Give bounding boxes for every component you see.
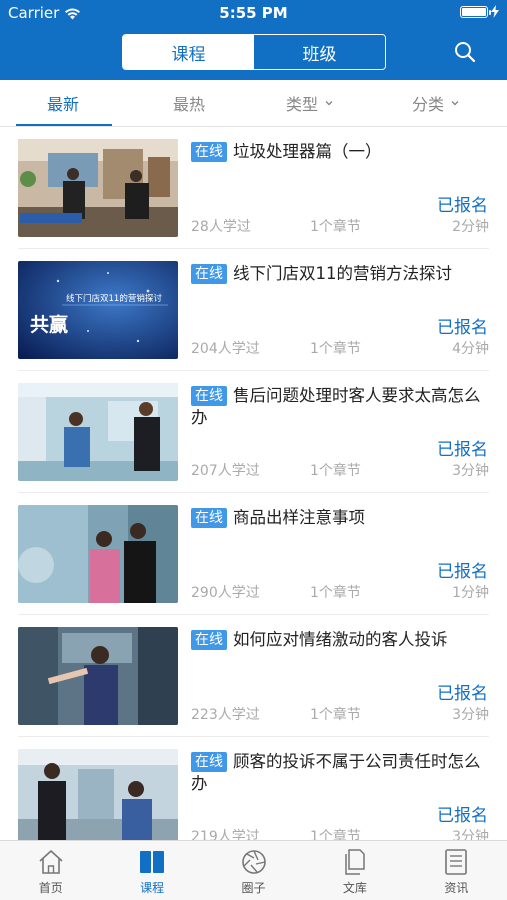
online-tag: 在线 <box>191 386 227 406</box>
course-title: 线下门店双11的营销方法探讨 <box>233 264 452 283</box>
filter-bar: 最新 最热 类型 分类 <box>0 80 507 127</box>
filter-type[interactable]: 类型 <box>286 80 334 126</box>
learned-count: 207人学过 <box>191 463 260 479</box>
course-item[interactable]: 在线 售后问题处理时客人要求太高怎么办 已报名 207人学过 1个章节 3分钟 <box>0 371 507 493</box>
filter-category-label: 分类 <box>412 95 445 114</box>
course-list: 在线 垃圾处理器篇（一） 已报名 28人学过 1个章节 2分钟 线下门店双11的… <box>0 127 507 840</box>
filter-hottest[interactable]: 最热 <box>173 80 205 126</box>
tab-home-label: 首页 <box>38 881 63 895</box>
book-icon <box>140 851 165 873</box>
thumbnail-caption: 线下门店双11的营销探讨 <box>66 293 162 304</box>
status-bar: Carrier 5:55 PM <box>0 0 507 26</box>
chapter-count: 1个章节 <box>310 341 361 357</box>
course-item[interactable]: 线下门店双11的营销探讨 共赢 在线 线下门店双11的营销方法探讨 已报名 204… <box>0 249 507 371</box>
online-tag: 在线 <box>191 142 227 162</box>
course-duration: 4分钟 <box>452 341 489 357</box>
course-duration: 2分钟 <box>452 219 489 235</box>
tab-news[interactable]: 资讯 <box>406 841 507 900</box>
filter-category[interactable]: 分类 <box>412 80 460 126</box>
filter-type-label: 类型 <box>286 95 319 114</box>
course-duration: 3分钟 <box>452 707 489 723</box>
course-item[interactable]: 在线 垃圾处理器篇（一） 已报名 28人学过 1个章节 2分钟 <box>0 127 507 249</box>
course-title-row: 在线 线下门店双11的营销方法探讨 <box>191 263 491 285</box>
active-filter-indicator <box>16 124 112 126</box>
course-title-row: 在线 商品出样注意事项 <box>191 507 491 529</box>
course-duration: 3分钟 <box>452 829 489 840</box>
course-title: 垃圾处理器篇（一） <box>233 142 382 161</box>
tab-classes[interactable]: 班级 <box>254 35 385 69</box>
enrolled-status: 已报名 <box>437 806 488 826</box>
course-title: 顾客的投诉不属于公司责任时怎么办 <box>191 752 481 793</box>
enrolled-status: 已报名 <box>437 562 488 582</box>
online-tag: 在线 <box>191 264 227 284</box>
tab-courses-label: 课程 <box>140 881 165 895</box>
chapter-count: 1个章节 <box>310 707 361 723</box>
app-header: Carrier 5:55 PM 课程 班级 <box>0 0 507 80</box>
tab-library-label: 文库 <box>342 881 367 895</box>
course-thumbnail <box>18 505 178 603</box>
course-title: 如何应对情绪激动的客人投诉 <box>233 630 448 649</box>
filter-newest[interactable]: 最新 <box>47 80 79 126</box>
tab-courses-nav[interactable]: 课程 <box>101 841 202 900</box>
online-tag: 在线 <box>191 630 227 650</box>
course-thumbnail <box>18 383 178 481</box>
documents-icon <box>345 849 365 875</box>
learned-count: 223人学过 <box>191 707 260 723</box>
tab-home[interactable]: 首页 <box>0 841 101 900</box>
course-thumbnail: 线下门店双11的营销探讨 共赢 <box>18 261 178 359</box>
aperture-icon <box>241 850 266 874</box>
course-thumbnail <box>18 139 178 237</box>
course-title-row: 在线 如何应对情绪激动的客人投诉 <box>191 629 491 651</box>
course-duration: 3分钟 <box>452 463 489 479</box>
chapter-count: 1个章节 <box>310 585 361 601</box>
chevron-down-icon <box>451 101 459 106</box>
battery <box>460 5 499 18</box>
course-thumbnail <box>18 749 178 840</box>
learned-count: 290人学过 <box>191 585 260 601</box>
chevron-down-icon <box>325 101 333 106</box>
news-icon <box>445 849 468 875</box>
tab-courses[interactable]: 课程 <box>123 35 254 69</box>
tab-library[interactable]: 文库 <box>304 841 405 900</box>
filter-newest-label: 最新 <box>47 95 80 114</box>
course-item[interactable]: 在线 如何应对情绪激动的客人投诉 已报名 223人学过 1个章节 3分钟 <box>0 615 507 737</box>
thumbnail-headline: 共赢 <box>30 313 68 336</box>
course-item[interactable]: 在线 商品出样注意事项 已报名 290人学过 1个章节 1分钟 <box>0 493 507 615</box>
charging-icon <box>491 5 499 18</box>
home-icon <box>39 850 63 874</box>
course-title-row: 在线 售后问题处理时客人要求太高怎么办 <box>191 385 491 429</box>
tab-news-label: 资讯 <box>444 881 469 895</box>
online-tag: 在线 <box>191 752 227 772</box>
enrolled-status: 已报名 <box>437 196 488 216</box>
chapter-count: 1个章节 <box>310 219 361 235</box>
filter-hottest-label: 最热 <box>173 95 206 114</box>
course-title: 商品出样注意事项 <box>233 508 365 527</box>
search-icon[interactable] <box>453 40 477 64</box>
course-title-row: 在线 垃圾处理器篇（一） <box>191 141 491 163</box>
learned-count: 204人学过 <box>191 341 260 357</box>
course-class-switch: 课程 班级 <box>122 34 386 70</box>
chapter-count: 1个章节 <box>310 463 361 479</box>
course-thumbnail <box>18 627 178 725</box>
status-time: 5:55 PM <box>219 4 288 22</box>
tab-circle-label: 圈子 <box>241 881 266 895</box>
tab-circle[interactable]: 圈子 <box>203 841 304 900</box>
learned-count: 219人学过 <box>191 829 260 840</box>
course-item[interactable]: 在线 顾客的投诉不属于公司责任时怎么办 已报名 219人学过 1个章节 3分钟 <box>0 737 507 840</box>
enrolled-status: 已报名 <box>437 684 488 704</box>
online-tag: 在线 <box>191 508 227 528</box>
chapter-count: 1个章节 <box>310 829 361 840</box>
bottom-tab-bar: 首页 课程 圈子 文库 资讯 <box>0 840 507 900</box>
learned-count: 28人学过 <box>191 219 251 235</box>
course-duration: 1分钟 <box>452 585 489 601</box>
enrolled-status: 已报名 <box>437 440 488 460</box>
enrolled-status: 已报名 <box>437 318 488 338</box>
battery-icon <box>460 5 491 18</box>
course-title: 售后问题处理时客人要求太高怎么办 <box>191 386 481 427</box>
course-title-row: 在线 顾客的投诉不属于公司责任时怎么办 <box>191 751 491 795</box>
